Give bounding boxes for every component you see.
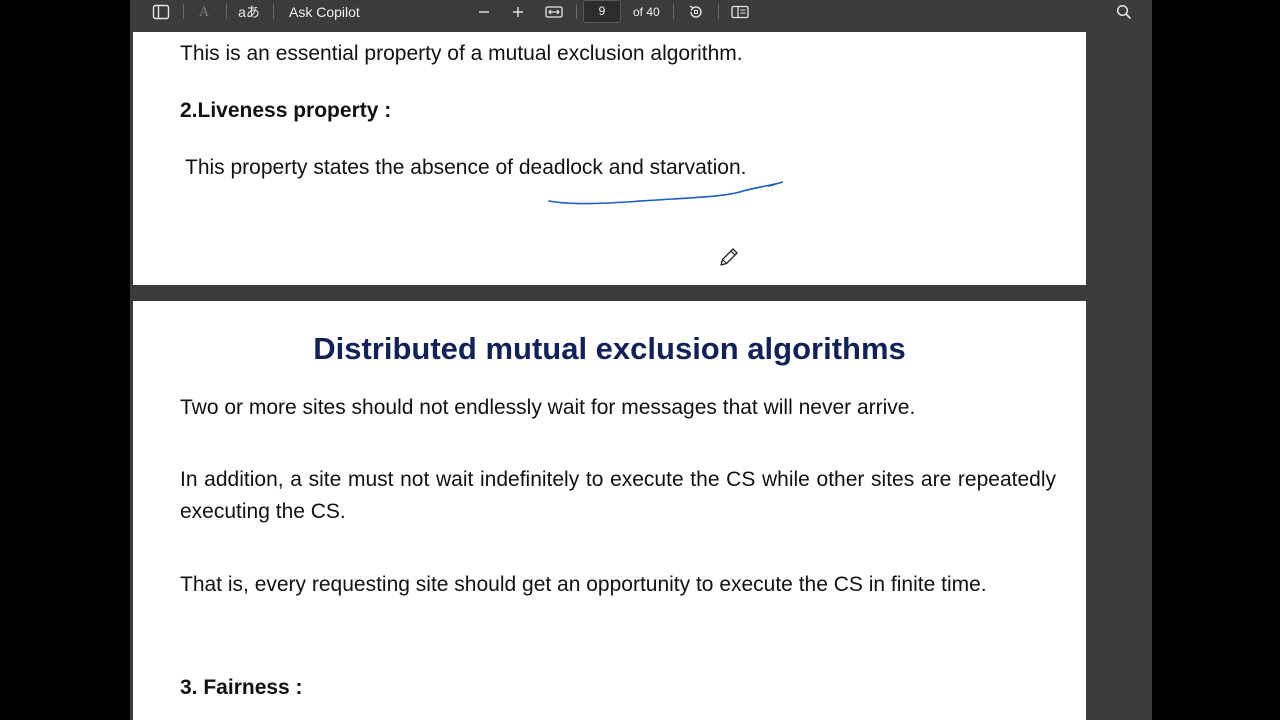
toolbar-divider: [183, 4, 184, 19]
body-text: This is an essential property of a mutua…: [180, 42, 743, 65]
page-view-icon[interactable]: [729, 0, 751, 24]
ink-underline-annotation: [548, 181, 784, 205]
page-number-input[interactable]: 9: [583, 0, 621, 23]
pencil-cursor-icon: [720, 248, 738, 266]
pdf-page: This is an essential property of a mutua…: [133, 32, 1086, 285]
viewer-toolbar: A aあ Ask Copilot 9 of 40: [130, 0, 1152, 24]
ask-copilot-button[interactable]: Ask Copilot: [289, 0, 360, 24]
toolbar-divider: [576, 4, 577, 19]
toolbar-divider: [718, 4, 719, 19]
pdf-viewer: A aあ Ask Copilot 9 of 40 This is an esse…: [130, 0, 1152, 720]
pdf-page: Distributed mutual exclusion algorithms …: [133, 301, 1086, 720]
zoom-out-icon[interactable]: [474, 0, 494, 24]
fit-width-icon[interactable]: [543, 0, 565, 24]
zoom-in-icon[interactable]: [508, 0, 528, 24]
translate-icon[interactable]: aあ: [238, 0, 260, 24]
section-heading: 2.Liveness property :: [180, 99, 392, 122]
toolbar-divider: [273, 4, 274, 19]
section-heading: 3. Fairness :: [180, 676, 303, 699]
slide-title: Distributed mutual exclusion algorithms: [313, 331, 906, 366]
body-paragraph: Two or more sites should not endlessly w…: [180, 396, 916, 419]
read-aloud-icon[interactable]: A: [194, 0, 214, 24]
rotate-icon[interactable]: [685, 0, 707, 24]
sidebar-toggle-icon[interactable]: [150, 0, 172, 24]
toolbar-divider: [673, 4, 674, 19]
body-paragraph: That is, every requesting site should ge…: [180, 573, 987, 596]
search-icon[interactable]: [1113, 0, 1135, 24]
body-paragraph: In addition, a site must not wait indefi…: [180, 468, 1056, 523]
page-total: of 40: [633, 5, 660, 19]
toolbar-divider: [226, 4, 227, 19]
